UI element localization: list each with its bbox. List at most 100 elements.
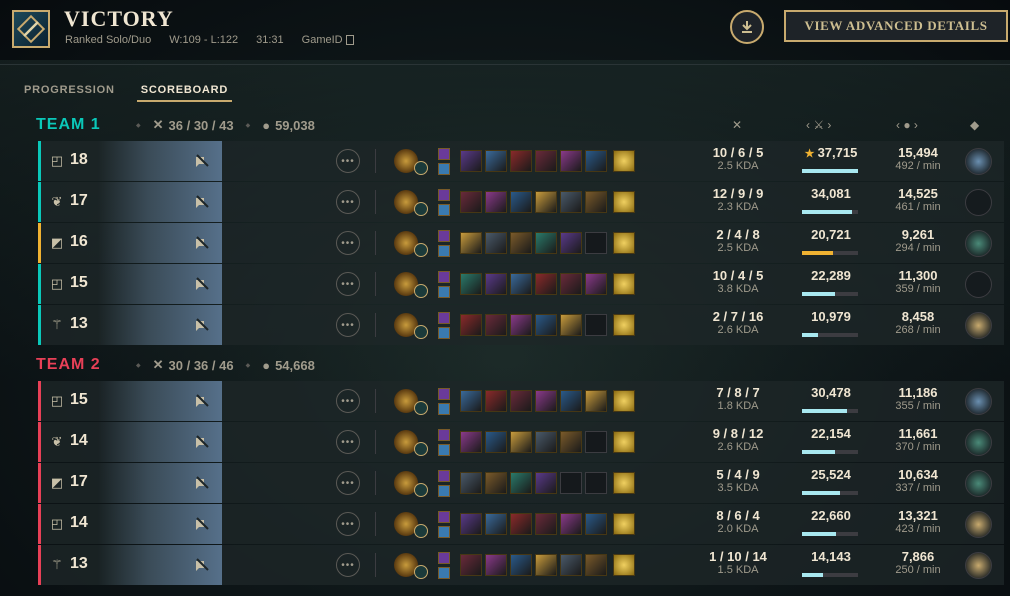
damage-value: 20,721 — [811, 227, 851, 242]
item-slots — [460, 191, 635, 213]
gold-value: 8,458 — [901, 309, 935, 324]
item-icon — [560, 150, 582, 172]
item-icon — [510, 191, 532, 213]
kda-column-icon: ✕ — [732, 118, 743, 132]
more-options-button[interactable]: ••• — [336, 149, 360, 173]
kda-cell: 7 / 8 / 7 1.8 KDA — [698, 385, 778, 412]
download-replay-button[interactable] — [730, 10, 764, 44]
team-color-bar — [38, 463, 41, 503]
item-icon — [460, 513, 482, 535]
row-divider — [375, 313, 376, 337]
kda-ratio: 3.5 KDA — [717, 482, 759, 494]
more-options-button[interactable]: ••• — [336, 313, 360, 337]
damage-bar-track — [802, 210, 858, 214]
damage-bar-fill — [802, 210, 853, 214]
gold-value: 11,661 — [898, 426, 938, 441]
damage-cell: ★ 37,715 — [796, 145, 866, 173]
gold-per-minute: 359 / min — [895, 283, 941, 295]
mute-icon[interactable] — [195, 558, 209, 572]
champion-level: 14 — [70, 514, 88, 531]
more-options-button[interactable]: ••• — [336, 471, 360, 495]
damage-bar-track — [802, 251, 858, 255]
item-icon — [510, 150, 532, 172]
player-row[interactable]: ◰ 15 ••• 10 / 4 / 5 3.8 KDA 22,289 11,300 359 /… — [38, 264, 1004, 304]
player-row[interactable]: ◩ 16 ••• 2 / 4 / 8 2.5 KDA 20,721 9,261 294 / m… — [38, 223, 1004, 263]
summoner-spell-icon — [438, 567, 450, 579]
item-icon — [510, 472, 532, 494]
summoner-spell-icon — [438, 286, 450, 298]
more-options-button[interactable]: ••• — [336, 553, 360, 577]
item-icon — [460, 314, 482, 336]
more-options-button[interactable]: ••• — [336, 190, 360, 214]
kda-score: 8 / 6 / 4 — [716, 508, 760, 523]
damage-value: 22,660 — [811, 508, 851, 523]
trinket-item-icon — [613, 232, 635, 254]
team-color-bar — [38, 504, 41, 544]
trinket-item-icon — [613, 390, 635, 412]
damage-value: 14,143 — [811, 549, 851, 564]
gold-column-selector[interactable]: ‹ ● › — [896, 114, 918, 136]
damage-cell: 22,154 — [796, 426, 866, 454]
gold-value: 7,866 — [901, 549, 935, 564]
mute-icon[interactable] — [195, 236, 209, 250]
damage-value: ★ 37,715 — [796, 145, 866, 160]
kda-cell: 8 / 6 / 4 2.0 KDA — [698, 508, 778, 535]
kda-score: 5 / 4 / 9 — [716, 467, 760, 482]
damage-column-selector[interactable]: ‹ ⚔ › — [806, 114, 831, 136]
player-row[interactable]: ◰ 14 ••• 8 / 6 / 4 2.0 KDA 22,660 13,321 423 / … — [38, 504, 1004, 544]
trinket-item-icon — [613, 314, 635, 336]
more-options-button[interactable]: ••• — [336, 430, 360, 454]
secondary-rune-icon — [414, 524, 428, 538]
player-row[interactable]: ◩ 17 ••• 5 / 4 / 9 3.5 KDA 25,524 10,634 337 / … — [38, 463, 1004, 503]
kda-ratio: 1.8 KDA — [717, 400, 759, 412]
mute-icon[interactable] — [195, 517, 209, 531]
mute-icon[interactable] — [195, 394, 209, 408]
mute-icon[interactable] — [195, 476, 209, 490]
more-options-button[interactable]: ••• — [336, 389, 360, 413]
game-id-copy[interactable]: GameID — [302, 34, 354, 46]
kda-score: 2 / 4 / 8 — [716, 227, 760, 242]
item-icon — [560, 513, 582, 535]
tab-progression[interactable]: PROGRESSION — [24, 84, 115, 102]
mute-icon[interactable] — [195, 154, 209, 168]
player-row[interactable]: ⚚ 13 ••• 2 / 7 / 16 2.6 KDA 10,979 8,458 268 / … — [38, 305, 1004, 345]
item-icon — [535, 273, 557, 295]
summoner-spell-icon — [438, 230, 450, 242]
gold-cell: 11,300 359 / min — [878, 268, 958, 295]
summoner-spell-icon — [438, 485, 450, 497]
tab-scoreboard[interactable]: SCOREBOARD — [136, 84, 233, 102]
mute-icon[interactable] — [195, 435, 209, 449]
team-kda-value: 36 / 30 / 43 — [168, 117, 234, 133]
more-options-button[interactable]: ••• — [336, 272, 360, 296]
item-icon — [535, 390, 557, 412]
player-row[interactable]: ◰ 18 ••• 10 / 6 / 5 2.5 KDA ★ 37,715 15,494 492… — [38, 141, 1004, 181]
damage-cell: 10,979 — [796, 309, 866, 337]
more-options-button[interactable]: ••• — [336, 512, 360, 536]
summoner-spell-icon — [438, 526, 450, 538]
item-slots — [460, 232, 635, 254]
champion-level: 14 — [70, 432, 88, 449]
damage-cell: 20,721 — [796, 227, 866, 255]
unranked-emblem-icon — [965, 271, 992, 298]
team-name: TEAM 2 — [36, 356, 101, 373]
item-slots — [460, 431, 635, 453]
player-row[interactable]: ❦ 17 ••• 12 / 9 / 9 2.3 KDA 34,081 14,525 461 /… — [38, 182, 1004, 222]
top-damage-star-icon: ★ — [804, 148, 818, 160]
kda-cell: 1 / 10 / 14 1.5 KDA — [698, 549, 778, 576]
summoner-spell-icon — [438, 271, 450, 283]
item-icon — [585, 554, 607, 576]
item-icon — [535, 150, 557, 172]
view-advanced-details-button[interactable]: VIEW ADVANCED DETAILS — [784, 10, 1008, 42]
mute-icon[interactable] — [195, 195, 209, 209]
mute-icon[interactable] — [195, 318, 209, 332]
jungle-icon: ❦ — [51, 194, 63, 209]
summoner-spell-icon — [438, 245, 450, 257]
empty-item-slot — [585, 472, 607, 494]
player-row[interactable]: ❦ 14 ••• 9 / 8 / 12 2.6 KDA 22,154 11,661 370 /… — [38, 422, 1004, 462]
mute-icon[interactable] — [195, 277, 209, 291]
gold-coins-icon: ● — [262, 357, 271, 373]
player-row[interactable]: ⚚ 13 ••• 1 / 10 / 14 1.5 KDA 14,143 7,866 250 /… — [38, 545, 1004, 585]
more-options-button[interactable]: ••• — [336, 231, 360, 255]
player-row[interactable]: ◰ 15 ••• 7 / 8 / 7 1.8 KDA 30,478 11,186 355 / … — [38, 381, 1004, 421]
item-icon — [460, 150, 482, 172]
